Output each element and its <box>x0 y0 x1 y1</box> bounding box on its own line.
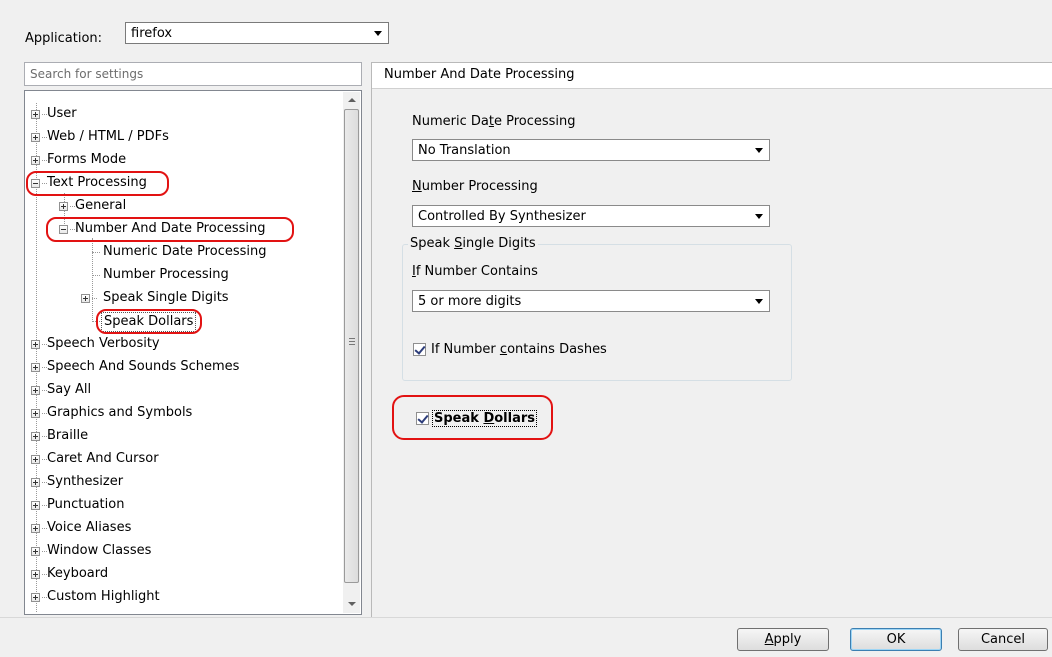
button-bar-divider <box>0 617 1052 618</box>
if-number-contains-dropdown[interactable]: 5 or more digits <box>412 290 770 312</box>
chevron-down-icon <box>755 148 763 153</box>
if-number-contains-label: If Number Contains <box>412 264 538 279</box>
search-box[interactable] <box>24 62 362 86</box>
tree-item-label: Numeric Date Processing <box>103 244 267 259</box>
ok-button[interactable]: OK <box>850 628 942 651</box>
application-dropdown[interactable]: firefox <box>125 22 389 44</box>
scroll-up-icon[interactable] <box>343 92 360 109</box>
expand-icon[interactable] <box>31 340 40 349</box>
expand-icon[interactable] <box>31 386 40 395</box>
application-label: Application: <box>25 31 103 46</box>
tree-item-label: Number Processing <box>103 267 229 282</box>
chevron-down-icon <box>374 31 382 36</box>
tree-item-label: Caret And Cursor <box>47 451 159 466</box>
tree-item-label: Synthesizer <box>47 474 124 489</box>
dropdown-value: No Translation <box>418 143 511 158</box>
tree-item-label: User <box>47 106 77 121</box>
expand-icon[interactable] <box>59 202 68 211</box>
tree-item-label: Speech Verbosity <box>47 336 160 351</box>
expand-icon[interactable] <box>31 133 40 142</box>
expand-icon[interactable] <box>31 455 40 464</box>
chevron-down-icon <box>755 214 763 219</box>
tree-item-label: Say All <box>47 382 92 397</box>
expand-icon[interactable] <box>31 363 40 372</box>
collapse-icon[interactable] <box>59 225 68 234</box>
expand-icon[interactable] <box>31 570 40 579</box>
tree-item-label: Forms Mode <box>47 152 127 167</box>
dashes-checkbox-label[interactable]: If Number contains Dashes <box>431 342 607 357</box>
collapse-icon[interactable] <box>31 179 40 188</box>
tree-item-label: Braille <box>47 428 89 443</box>
expand-icon[interactable] <box>31 156 40 165</box>
tree-item-label: Punctuation <box>47 497 125 512</box>
tree-connector-line <box>92 238 93 320</box>
numeric-date-processing-dropdown[interactable]: No Translation <box>412 139 770 161</box>
expand-icon[interactable] <box>31 432 40 441</box>
application-value: firefox <box>131 26 173 41</box>
tree-scrollbar[interactable] <box>343 92 360 613</box>
expand-icon[interactable] <box>31 593 40 602</box>
tree-item-label: Text Processing <box>47 175 147 190</box>
cancel-button[interactable]: Cancel <box>958 628 1048 651</box>
numeric-date-processing-label: Numeric Date Processing <box>412 114 576 129</box>
expand-icon[interactable] <box>31 110 40 119</box>
speak-dollars-label[interactable]: Speak Dollars <box>432 410 537 427</box>
expand-icon[interactable] <box>31 501 40 510</box>
speak-single-digits-group-title: Speak Single Digits <box>408 236 538 251</box>
number-processing-dropdown[interactable]: Controlled By Synthesizer <box>412 205 770 227</box>
expand-icon[interactable] <box>31 409 40 418</box>
tree-item-label: Voice Aliases <box>47 520 132 535</box>
panel-title: Number And Date Processing <box>372 63 1052 89</box>
tree-item-label: Keyboard <box>47 566 109 581</box>
tree-item-label: Custom Highlight <box>47 589 160 604</box>
expand-icon[interactable] <box>31 478 40 487</box>
dropdown-value: Controlled By Synthesizer <box>418 209 586 224</box>
tree-item-label: Graphics and Symbols <box>47 405 193 420</box>
search-input[interactable] <box>25 63 361 85</box>
settings-tree[interactable]: User Web / HTML / PDFs Forms Mode Text P… <box>24 90 362 615</box>
tree-item-label: Web / HTML / PDFs <box>47 129 169 144</box>
dropdown-value: 5 or more digits <box>418 294 522 309</box>
expand-icon[interactable] <box>81 294 90 303</box>
speak-dollars-checkbox[interactable] <box>416 412 429 425</box>
tree-item-label: General <box>75 198 127 213</box>
tree-item-label: Speak Single Digits <box>103 290 229 305</box>
tree-item-label: Speech And Sounds Schemes <box>47 359 240 374</box>
apply-button[interactable]: Apply <box>737 628 829 651</box>
expand-icon[interactable] <box>31 524 40 533</box>
tree-item-label: Speak Dollars <box>101 312 197 332</box>
settings-panel: Number And Date Processing Numeric Date … <box>371 62 1052 617</box>
tree-item-label: Window Classes <box>47 543 152 558</box>
tree-item-label: Number And Date Processing <box>75 221 266 236</box>
dashes-checkbox[interactable] <box>413 343 426 356</box>
number-processing-label: Number Processing <box>412 179 538 194</box>
scrollbar-thumb[interactable] <box>344 109 359 583</box>
expand-icon[interactable] <box>31 547 40 556</box>
scroll-down-icon[interactable] <box>343 596 360 613</box>
chevron-down-icon <box>755 299 763 304</box>
